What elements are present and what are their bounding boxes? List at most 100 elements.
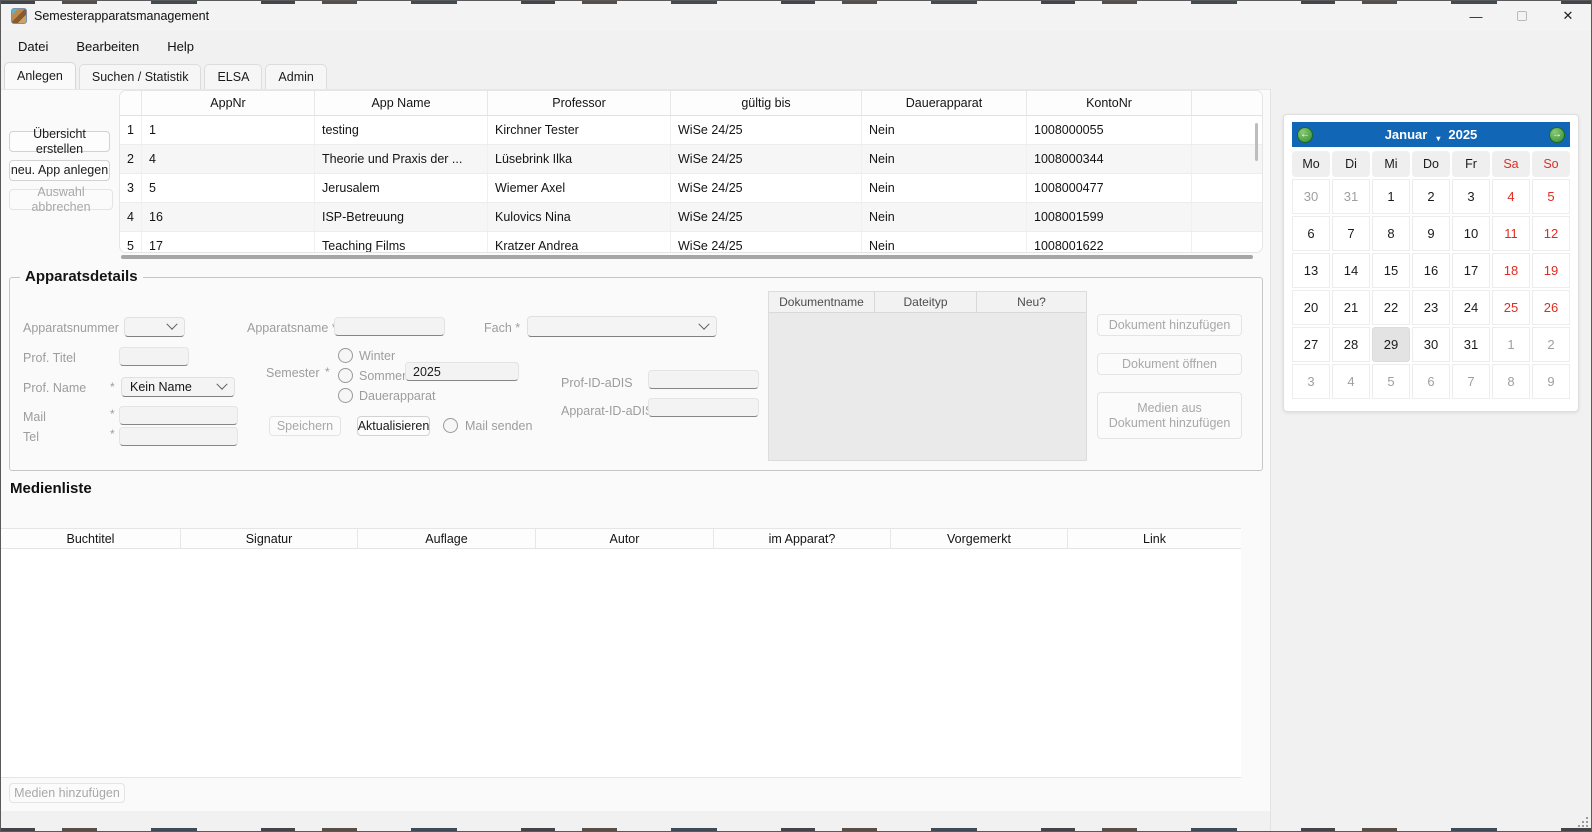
calendar-day[interactable]: 12 <box>1532 216 1570 251</box>
calendar-day-today[interactable]: 29 <box>1372 327 1410 362</box>
prof-name-combobox[interactable]: Kein Name <box>121 377 235 397</box>
calendar-day[interactable]: 2 <box>1412 179 1450 214</box>
calendar-day[interactable]: 1 <box>1372 179 1410 214</box>
calendar-day[interactable]: 20 <box>1292 290 1330 325</box>
calendar-day[interactable]: 3 <box>1292 364 1330 399</box>
new-app-button[interactable]: neu. App anlegen <box>9 160 110 181</box>
calendar-day[interactable]: 14 <box>1332 253 1370 288</box>
calendar-day[interactable]: 27 <box>1292 327 1330 362</box>
col-app-name[interactable]: App Name <box>315 91 488 115</box>
calendar-day[interactable]: 31 <box>1332 179 1370 214</box>
fach-combobox[interactable] <box>527 316 717 337</box>
horizontal-scrollbar[interactable] <box>121 255 1253 259</box>
col-appnr[interactable]: AppNr <box>142 91 315 115</box>
calendar-next-button[interactable]: → <box>1549 127 1565 143</box>
table-row[interactable]: 4 16 ISP-Betreuung Kulovics Nina WiSe 24… <box>120 203 1262 232</box>
resize-grip[interactable] <box>1586 825 1588 827</box>
tab-anlegen[interactable]: Anlegen <box>4 62 76 89</box>
winter-radio[interactable] <box>338 348 353 363</box>
mail-senden-radio[interactable] <box>443 418 458 433</box>
medien-hinzufuegen-button[interactable]: Medien hinzufügen <box>9 783 125 803</box>
tab-admin[interactable]: Admin <box>265 64 326 89</box>
table-row[interactable]: 1 1 testing Kirchner Tester WiSe 24/25 N… <box>120 116 1262 145</box>
calendar-day[interactable]: 5 <box>1532 179 1570 214</box>
dokument-oeffnen-button[interactable]: Dokument öffnen <box>1097 353 1242 375</box>
minimize-button[interactable]: — <box>1453 1 1499 31</box>
calendar-day[interactable]: 31 <box>1452 327 1490 362</box>
speichern-button[interactable]: Speichern <box>269 416 341 436</box>
calendar-day[interactable]: 6 <box>1412 364 1450 399</box>
calendar-day[interactable]: 28 <box>1332 327 1370 362</box>
medien-aus-dokument-button[interactable]: Medien aus Dokument hinzufügen <box>1097 392 1242 439</box>
calendar-day[interactable]: 4 <box>1492 179 1530 214</box>
calendar-day[interactable]: 17 <box>1452 253 1490 288</box>
menu-bearbeiten[interactable]: Bearbeiten <box>62 31 153 62</box>
col-vorgemerkt[interactable]: Vorgemerkt <box>891 529 1068 548</box>
calendar-month-year[interactable]: Januar▾ 2025 <box>1385 127 1478 142</box>
prof-id-adis-input[interactable] <box>648 370 759 389</box>
col-dateityp[interactable]: Dateityp <box>875 292 977 312</box>
col-auflage[interactable]: Auflage <box>358 529 536 548</box>
tel-input[interactable] <box>119 427 238 446</box>
calendar-prev-button[interactable]: ← <box>1297 127 1313 143</box>
calendar-day[interactable]: 10 <box>1452 216 1490 251</box>
calendar-day[interactable]: 30 <box>1412 327 1450 362</box>
mail-input[interactable] <box>119 406 238 425</box>
sommer-radio[interactable] <box>338 368 353 383</box>
calendar-day[interactable]: 16 <box>1412 253 1450 288</box>
calendar-day[interactable]: 18 <box>1492 253 1530 288</box>
col-im-apparat[interactable]: im Apparat? <box>714 529 891 548</box>
calendar-day[interactable]: 7 <box>1332 216 1370 251</box>
col-signatur[interactable]: Signatur <box>181 529 358 548</box>
calendar-day[interactable]: 4 <box>1332 364 1370 399</box>
calendar-day[interactable]: 8 <box>1492 364 1530 399</box>
calendar-day[interactable]: 8 <box>1372 216 1410 251</box>
col-buchtitel[interactable]: Buchtitel <box>1 529 181 548</box>
cancel-selection-button[interactable]: Auswahl abbrechen <box>9 189 113 210</box>
maximize-button[interactable] <box>1499 1 1545 31</box>
apparat-id-adis-input[interactable] <box>648 398 759 417</box>
calendar-day[interactable]: 3 <box>1452 179 1490 214</box>
vertical-scrollbar[interactable] <box>1255 123 1258 161</box>
dokument-hinzufuegen-button[interactable]: Dokument hinzufügen <box>1097 314 1242 336</box>
calendar-day[interactable]: 5 <box>1372 364 1410 399</box>
tab-elsa[interactable]: ELSA <box>204 64 262 89</box>
menu-help[interactable]: Help <box>153 31 208 62</box>
calendar-day[interactable]: 6 <box>1292 216 1330 251</box>
calendar-day[interactable]: 22 <box>1372 290 1410 325</box>
calendar-day[interactable]: 25 <box>1492 290 1530 325</box>
calendar-day[interactable]: 26 <box>1532 290 1570 325</box>
menu-datei[interactable]: Datei <box>4 31 62 62</box>
calendar-day[interactable]: 30 <box>1292 179 1330 214</box>
calendar-day[interactable]: 9 <box>1412 216 1450 251</box>
close-button[interactable]: ✕ <box>1545 1 1591 31</box>
semester-year-input[interactable]: 2025 <box>405 362 519 381</box>
calendar-day[interactable]: 7 <box>1452 364 1490 399</box>
calendar-day[interactable]: 24 <box>1452 290 1490 325</box>
apparatsnummer-combobox[interactable] <box>124 317 185 337</box>
calendar-day[interactable]: 21 <box>1332 290 1370 325</box>
col-link[interactable]: Link <box>1068 529 1241 548</box>
calendar-day[interactable]: 9 <box>1532 364 1570 399</box>
create-overview-button[interactable]: Übersicht erstellen <box>9 131 110 152</box>
apparatsname-input[interactable] <box>334 317 445 336</box>
calendar-day[interactable]: 2 <box>1532 327 1570 362</box>
dauerapparat-radio[interactable] <box>338 388 353 403</box>
table-row[interactable]: 3 5 Jerusalem Wiemer Axel WiSe 24/25 Nei… <box>120 174 1262 203</box>
calendar-day[interactable]: 15 <box>1372 253 1410 288</box>
col-dauerapparat[interactable]: Dauerapparat <box>862 91 1027 115</box>
col-neu[interactable]: Neu? <box>977 292 1086 312</box>
col-gueltig-bis[interactable]: gültig bis <box>671 91 862 115</box>
tab-suchen-statistik[interactable]: Suchen / Statistik <box>79 64 202 89</box>
table-row[interactable]: 5 17 Teaching Films Kratzer Andrea WiSe … <box>120 232 1262 253</box>
prof-titel-input[interactable] <box>119 347 189 366</box>
col-professor[interactable]: Professor <box>488 91 671 115</box>
calendar-day[interactable]: 19 <box>1532 253 1570 288</box>
calendar-day[interactable]: 23 <box>1412 290 1450 325</box>
col-autor[interactable]: Autor <box>536 529 714 548</box>
col-dokumentname[interactable]: Dokumentname <box>769 292 875 312</box>
aktualisieren-button[interactable]: Aktualisieren <box>357 416 430 436</box>
calendar-day[interactable]: 1 <box>1492 327 1530 362</box>
col-kontonr[interactable]: KontoNr <box>1027 91 1192 115</box>
table-row[interactable]: 2 4 Theorie und Praxis der ... Lüsebrink… <box>120 145 1262 174</box>
